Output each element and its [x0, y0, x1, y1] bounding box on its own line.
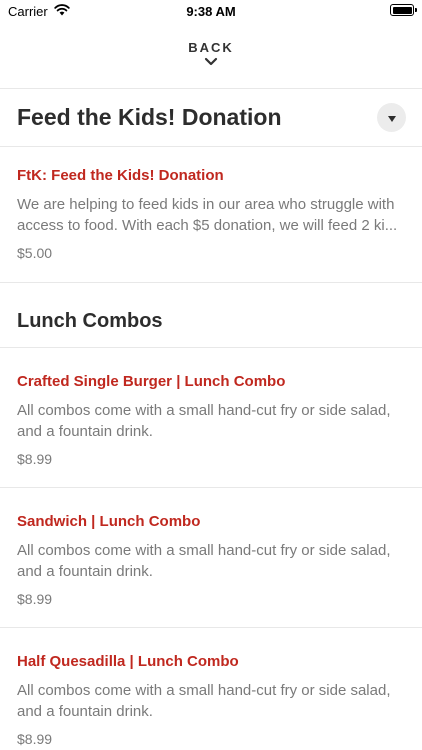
divider — [0, 487, 422, 488]
dropdown-triangle-icon — [387, 115, 396, 122]
item-description-line: and a fountain drink. — [17, 563, 153, 580]
section-dropdown-button[interactable] — [377, 103, 406, 132]
divider — [0, 88, 422, 89]
item-description-line: All combos come with a small hand-cut fr… — [17, 402, 391, 419]
divider — [0, 627, 422, 628]
menu-item-sandwich-combo[interactable]: Sandwich | Lunch Combo All combos come w… — [0, 512, 422, 609]
back-button[interactable]: BACK — [0, 34, 422, 88]
menu-screen: Carrier 9:38 AM BACK Feed the Kids! Dona… — [0, 0, 422, 750]
item-name: Sandwich | Lunch Combo — [17, 513, 201, 530]
divider — [0, 146, 422, 147]
item-description: All combos come with a small hand-cut fr… — [17, 540, 405, 582]
item-description: We are helping to feed kids in our area … — [17, 194, 405, 236]
item-description-line: and a fountain drink. — [17, 423, 153, 440]
divider — [0, 282, 422, 283]
item-description-line: All combos come with a small hand-cut fr… — [17, 542, 391, 559]
item-description-line: and a fountain drink. — [17, 703, 153, 720]
menu-item-quesadilla-combo[interactable]: Half Quesadilla | Lunch Combo All combos… — [0, 652, 422, 749]
item-price: $8.99 — [17, 731, 53, 747]
status-time: 9:38 AM — [186, 4, 236, 19]
menu-item-burger-combo[interactable]: Crafted Single Burger | Lunch Combo All … — [0, 372, 422, 469]
chevron-down-icon — [204, 57, 218, 66]
item-description-line: access to food. With each $5 donation, w… — [17, 217, 398, 234]
item-description-line: We are helping to feed kids in our area … — [17, 196, 395, 213]
item-description-line: All combos come with a small hand-cut fr… — [17, 682, 391, 699]
divider — [0, 347, 422, 348]
status-bar: Carrier 9:38 AM — [0, 0, 422, 24]
item-description: All combos come with a small hand-cut fr… — [17, 680, 405, 722]
back-label: BACK — [188, 40, 234, 55]
item-price: $8.99 — [17, 451, 53, 467]
menu-item-donation[interactable]: FtK: Feed the Kids! Donation We are help… — [0, 166, 422, 263]
status-right — [390, 4, 417, 16]
battery-icon — [390, 4, 417, 16]
item-description: All combos come with a small hand-cut fr… — [17, 400, 405, 442]
section-title-donation: Feed the Kids! Donation — [17, 104, 282, 130]
item-name: Half Quesadilla | Lunch Combo — [17, 653, 239, 670]
item-price: $8.99 — [17, 591, 53, 607]
item-name: FtK: Feed the Kids! Donation — [17, 167, 224, 184]
item-price: $5.00 — [17, 245, 53, 261]
section-title-lunch-combos: Lunch Combos — [17, 310, 163, 332]
item-name: Crafted Single Burger | Lunch Combo — [17, 373, 286, 390]
